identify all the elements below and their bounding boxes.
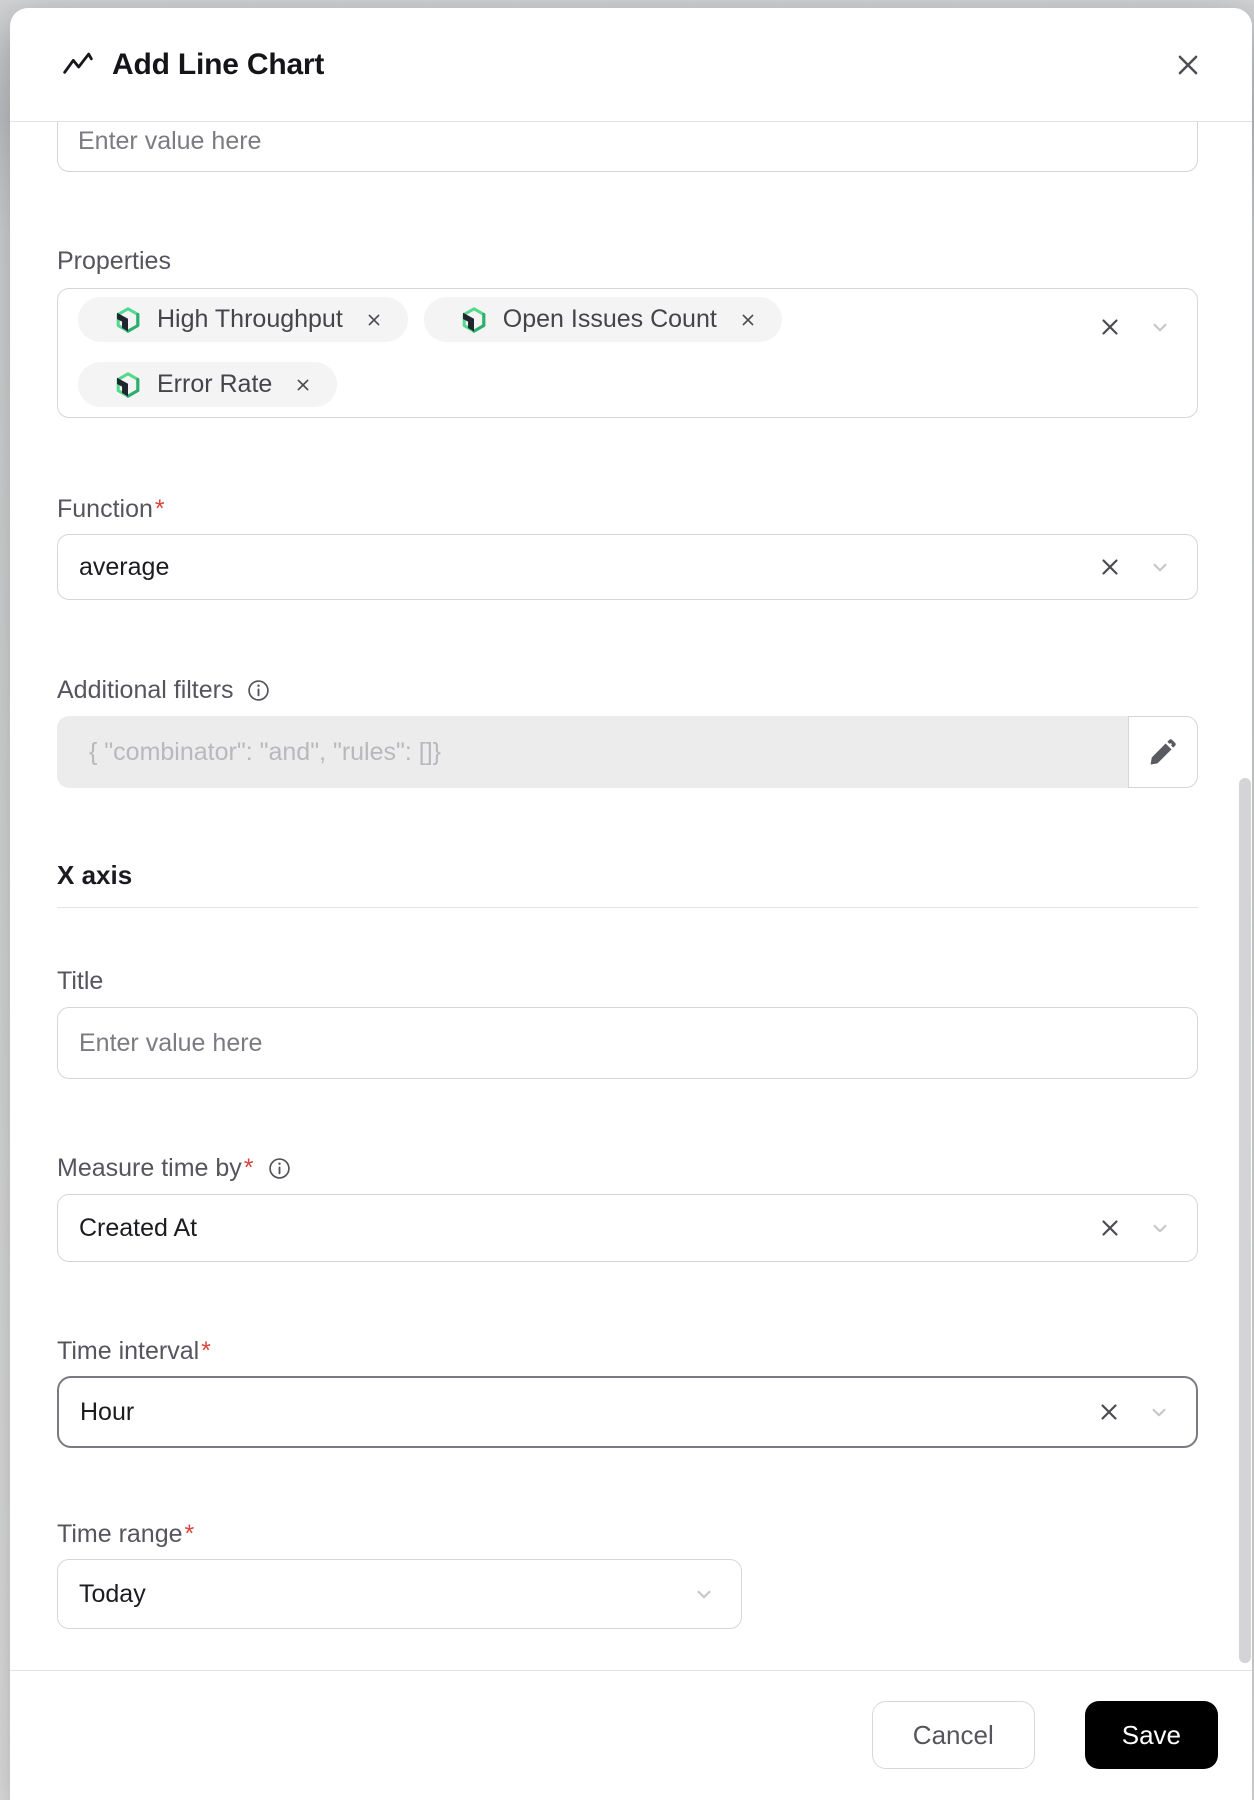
x-icon — [1102, 1220, 1118, 1236]
measure-time-by-label-text: Measure time by — [57, 1154, 242, 1182]
save-button[interactable]: Save — [1084, 1701, 1218, 1769]
time-interval-value: Hour — [80, 1397, 135, 1426]
properties-label-text: Properties — [57, 247, 171, 275]
close-icon — [1178, 55, 1198, 74]
chip-remove-icon[interactable] — [364, 310, 384, 330]
x-icon — [1102, 559, 1118, 575]
chevron-down-icon — [1152, 1408, 1166, 1417]
x-icon — [1102, 319, 1118, 335]
entity-cube-icon — [461, 306, 486, 333]
additional-filters-field — [57, 716, 1198, 788]
chevron-down-icon — [1153, 1224, 1167, 1233]
property-chip-label: Error Rate — [157, 370, 273, 398]
entity-cube-icon — [115, 306, 140, 333]
measure-time-by-dropdown-chevron[interactable] — [1147, 1215, 1173, 1241]
required-mark: * — [184, 1520, 195, 1548]
time-interval-label: Time interval * — [57, 1336, 1198, 1366]
info-icon[interactable] — [268, 1157, 291, 1180]
entity-cube-icon — [115, 371, 140, 398]
title-label: Title — [57, 966, 1198, 996]
x-axis-title-input[interactable] — [57, 1007, 1198, 1079]
chip-remove-icon[interactable] — [293, 375, 313, 395]
properties-clear-button[interactable] — [1097, 314, 1123, 340]
additional-filters-label: Additional filters — [57, 675, 1198, 705]
dialog-header: Add Line Chart — [10, 8, 1252, 122]
function-value: average — [79, 552, 170, 581]
section-divider — [57, 907, 1198, 908]
x-axis-section-heading: X axis — [57, 860, 133, 890]
dialog-footer: Cancel Save — [10, 1670, 1252, 1800]
title-label-text: Title — [57, 967, 104, 995]
properties-label: Properties — [57, 246, 1198, 276]
filters-json-input — [57, 716, 1128, 788]
required-mark: * — [154, 495, 165, 523]
property-chip-label: High Throughput — [157, 305, 343, 333]
function-label: Function * — [57, 494, 1198, 524]
info-icon[interactable] — [247, 679, 270, 702]
measure-time-by-select[interactable]: Created At — [57, 1194, 1198, 1262]
pencil-icon — [1150, 739, 1176, 765]
chevron-down-icon — [1153, 323, 1167, 332]
property-chip: Open Issues Count — [423, 297, 782, 342]
time-range-label: Time range * — [57, 1519, 1198, 1549]
function-label-text: Function — [57, 495, 153, 523]
cancel-button[interactable]: Cancel — [871, 1701, 1035, 1769]
property-chip: Error Rate — [78, 362, 338, 407]
property-chip: High Throughput — [78, 297, 408, 342]
function-select[interactable]: average — [57, 534, 1198, 600]
scrollbar-thumb[interactable] — [1239, 778, 1251, 1663]
function-dropdown-chevron[interactable] — [1147, 554, 1173, 580]
required-mark: * — [243, 1154, 254, 1182]
property-chip-label: Open Issues Count — [502, 305, 717, 333]
chip-remove-icon[interactable] — [738, 310, 758, 330]
dialog-title: Add Line Chart — [112, 47, 325, 81]
time-range-label-text: Time range — [57, 1520, 183, 1548]
time-range-select[interactable]: Today — [57, 1559, 742, 1629]
chevron-down-icon — [697, 1590, 711, 1599]
measure-time-by-value: Created At — [79, 1213, 198, 1242]
chevron-down-icon — [1153, 563, 1167, 572]
properties-multiselect[interactable]: High Throughput Open Issues Count Error … — [57, 288, 1198, 418]
measure-time-by-label: Measure time by * — [57, 1153, 1198, 1183]
y-axis-value-input[interactable] — [57, 122, 1198, 172]
time-interval-clear-button[interactable] — [1096, 1399, 1122, 1425]
close-button[interactable] — [1168, 45, 1208, 85]
required-mark: * — [201, 1337, 211, 1365]
properties-dropdown-chevron[interactable] — [1147, 314, 1173, 340]
additional-filters-label-text: Additional filters — [57, 676, 234, 704]
line-chart-icon — [63, 52, 93, 74]
function-clear-button[interactable] — [1097, 554, 1123, 580]
x-icon — [1101, 1404, 1117, 1420]
edit-filters-button[interactable] — [1128, 716, 1198, 788]
time-interval-label-text: Time interval — [57, 1337, 200, 1365]
time-range-dropdown-chevron[interactable] — [691, 1581, 717, 1607]
measure-time-by-clear-button[interactable] — [1097, 1215, 1123, 1241]
time-range-value: Today — [79, 1579, 146, 1608]
dialog-body: Properties High Throughput Open Issues C… — [10, 122, 1252, 1629]
add-line-chart-dialog: Add Line Chart Properties High Throughpu… — [10, 8, 1252, 1800]
time-interval-dropdown-chevron[interactable] — [1146, 1399, 1172, 1425]
time-interval-select[interactable]: Hour — [57, 1376, 1198, 1448]
